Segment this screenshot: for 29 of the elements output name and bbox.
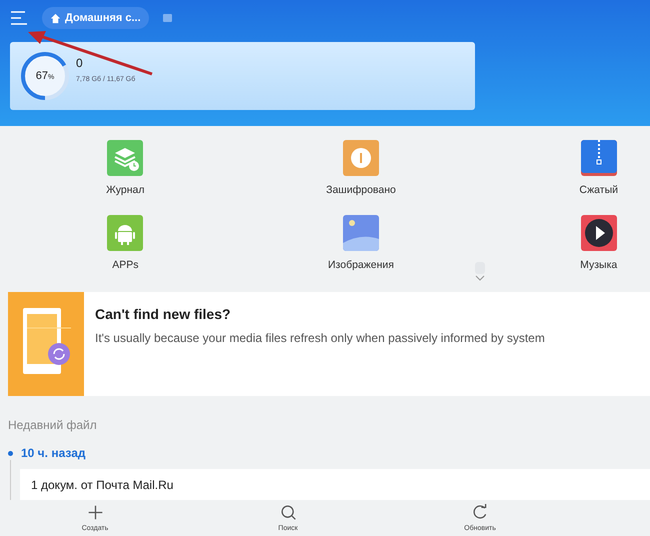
- android-icon: [107, 215, 144, 251]
- storage-ring: [20, 51, 70, 101]
- section-heading: Недавний файл: [8, 418, 98, 432]
- chevron-icon[interactable]: [474, 262, 486, 282]
- play-icon: [580, 215, 617, 251]
- category-item[interactable]: APPs: [17, 215, 234, 286]
- category-item[interactable]: Журнал: [17, 140, 234, 211]
- lock-icon: [342, 140, 379, 176]
- image-icon: [342, 215, 379, 251]
- recent-file-item[interactable]: 1 докум. от Почта Mail.Ru: [20, 469, 650, 501]
- timeline-time: 10 ч. назад: [21, 446, 86, 460]
- tip-card[interactable]: Can't find new files? It's usually because your media files refresh only when passively informed by system: [8, 292, 650, 396]
- tip-text: It's usually because your media files refresh only when passively informed by system: [95, 331, 545, 345]
- layers-icon: [107, 140, 144, 176]
- category-item[interactable]: Музыка: [490, 215, 650, 286]
- search-icon: [280, 504, 296, 521]
- plus-icon: [86, 504, 104, 521]
- home-breadcrumb[interactable]: Домашняя с...: [42, 7, 149, 29]
- category-item[interactable]: Сжатый: [490, 140, 650, 211]
- refresh-icon: [472, 504, 488, 521]
- zip-icon: [580, 140, 617, 176]
- category-item[interactable]: Изображения: [252, 215, 470, 286]
- home-icon: [50, 12, 61, 24]
- chat-icon[interactable]: [162, 14, 172, 22]
- category-item[interactable]: Зашифровано: [252, 140, 470, 211]
- storage-title: 0: [76, 56, 84, 70]
- tip-title: Can't find new files?: [95, 306, 232, 322]
- menu-button[interactable]: [10, 11, 28, 25]
- timeline-dot: [8, 450, 13, 456]
